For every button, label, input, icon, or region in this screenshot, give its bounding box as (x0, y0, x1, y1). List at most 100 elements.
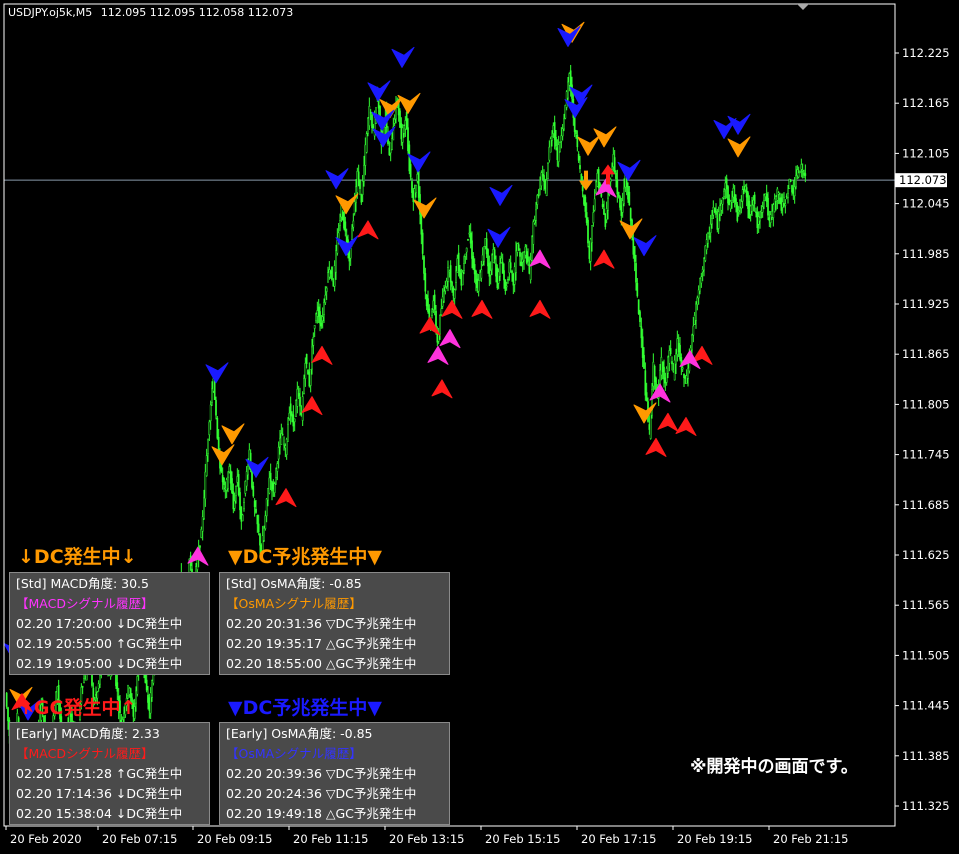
candle-body (776, 188, 779, 201)
sell-signal-arrow-icon[interactable] (391, 46, 415, 68)
candle-body (301, 396, 304, 421)
current-price-label: 112.073 (899, 173, 947, 187)
sell-signal-arrow-icon[interactable] (413, 197, 437, 219)
sell-signal-arrow-icon[interactable] (487, 226, 511, 248)
sell-signal-arrow-icon[interactable] (221, 423, 245, 445)
buy-signal-arrow-icon[interactable] (311, 345, 333, 365)
candle-body (299, 396, 301, 407)
candle-body (557, 144, 560, 162)
candle-body (475, 270, 477, 285)
candle-body (256, 514, 259, 525)
candle-body (423, 256, 425, 274)
candle-body (253, 500, 256, 507)
buy-signal-arrow-icon[interactable] (471, 299, 493, 319)
buy-signal-arrow-icon[interactable] (593, 249, 615, 269)
candle-body (500, 257, 503, 263)
candle-body (659, 369, 661, 385)
candle-body (463, 263, 465, 271)
sell-signal-arrow-icon[interactable] (713, 117, 737, 139)
buy-signal-arrow-icon[interactable] (431, 379, 453, 399)
candle-body (483, 246, 485, 262)
sell-signal-arrow-icon[interactable] (211, 444, 235, 466)
candle-body (752, 199, 755, 206)
candle-body (723, 190, 725, 197)
candle-body (479, 272, 481, 281)
candle-body (329, 270, 332, 274)
buy-signal-arrow-icon[interactable] (357, 220, 379, 240)
y-tick-label: 112.105 (902, 146, 950, 160)
buy-signal-arrow-icon[interactable] (529, 299, 551, 319)
candle-body (208, 421, 211, 436)
candle-body (637, 299, 640, 314)
sell-signal-arrow-icon[interactable] (397, 92, 421, 114)
early-osma-panel: [Early] OsMA角度: -0.85 【OsMAシグナル履歴】 02.20 2… (219, 722, 450, 825)
buy-signal-arrow-icon[interactable] (657, 412, 679, 432)
sell-signal-arrow-icon[interactable] (633, 235, 657, 257)
sell-signal-arrow-icon[interactable] (617, 159, 641, 181)
candle-body (401, 127, 404, 143)
std-osma-panel: [Std] OsMA角度: -0.85 【OsMAシグナル履歴】 02.20 20:… (219, 572, 450, 675)
buy-signal-arrow-icon[interactable] (419, 316, 441, 336)
y-tick-label: 111.445 (902, 699, 950, 713)
candle-body (332, 281, 335, 287)
buy-signal-arrow-icon[interactable] (301, 396, 323, 416)
candle-body (480, 269, 483, 279)
candle-body (311, 346, 313, 370)
scroll-marker-icon[interactable] (797, 4, 809, 10)
candle-body (684, 376, 687, 379)
candle-body (592, 212, 595, 224)
candle-body (739, 200, 741, 208)
sell-signal-arrow-icon[interactable] (205, 362, 229, 384)
candle-body (771, 211, 773, 218)
candle-body (636, 282, 639, 297)
candle-body (351, 228, 353, 240)
sell-signal-arrow-icon[interactable] (577, 134, 601, 156)
y-tick-label: 111.805 (902, 397, 950, 411)
sell-signal-arrow-icon[interactable] (489, 184, 513, 206)
candle-body (768, 217, 771, 222)
candle-body (481, 254, 484, 265)
candle-body (780, 197, 783, 211)
candle-body (467, 239, 469, 241)
candle-body (643, 354, 645, 369)
candle-body (732, 187, 735, 198)
candle-body (529, 259, 532, 280)
candle-body (464, 253, 467, 257)
buy-signal-arrow-icon[interactable] (645, 437, 667, 457)
buy-signal-arrow-icon[interactable] (427, 345, 449, 365)
buy-signal-arrow-icon[interactable] (275, 488, 297, 508)
candle-body (308, 371, 311, 387)
candle-body (733, 193, 736, 202)
buy-signal-arrow-icon[interactable] (441, 299, 463, 319)
candle-body (521, 258, 524, 263)
candle-body (391, 138, 393, 150)
candle-body (424, 273, 427, 292)
candle-body (579, 165, 581, 170)
buy-signal-arrow-icon[interactable] (439, 329, 461, 349)
candle-body (588, 245, 591, 259)
candle-body (492, 248, 495, 263)
candle-body (547, 163, 549, 180)
candle-body (440, 308, 443, 315)
candle-body (227, 476, 229, 489)
candle-body (601, 204, 604, 208)
candle-body (693, 315, 696, 325)
candle-body (421, 232, 424, 254)
candle-body (741, 189, 744, 202)
candle-body (533, 220, 536, 224)
candle-body (516, 243, 519, 253)
candle-body (220, 464, 223, 472)
candle-body (648, 424, 651, 430)
chart-window[interactable]: 112.225 112.165 112.105 112.045 111.985 111.9… (0, 0, 959, 854)
sell-signal-arrow-icon[interactable] (325, 168, 349, 190)
candle-body (567, 81, 569, 99)
candle-body (367, 117, 369, 134)
buy-signal-arrow-icon[interactable] (675, 417, 697, 436)
y-tick-label: 112.045 (902, 197, 950, 211)
sell-signal-arrow-icon[interactable] (727, 136, 751, 158)
panel-line: 【OsMAシグナル履歴】 (226, 596, 362, 611)
candle-body (795, 175, 797, 188)
sell-signal-arrow-icon[interactable] (367, 80, 391, 102)
candle-body (507, 278, 509, 281)
candle-body (352, 220, 355, 228)
